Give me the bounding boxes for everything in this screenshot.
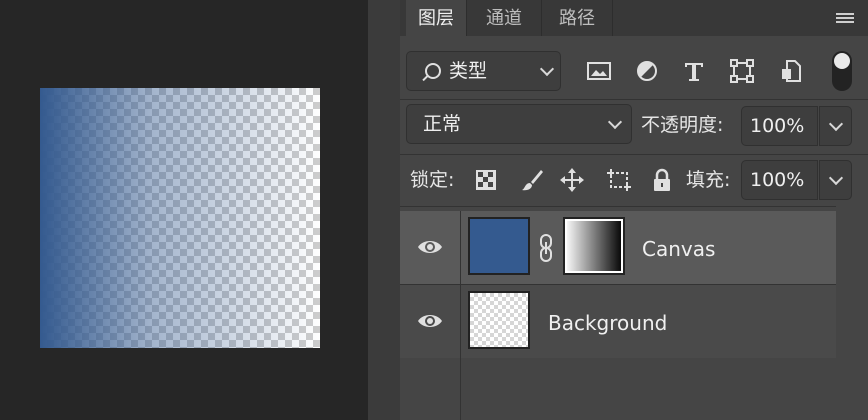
layers-empty-area[interactable] — [400, 358, 836, 420]
visibility-cell[interactable] — [400, 285, 461, 358]
visibility-cell[interactable] — [400, 211, 461, 284]
tab-layers[interactable]: 图层 — [406, 0, 467, 36]
opacity-value: 100% — [750, 115, 805, 137]
opacity-input[interactable]: 100% — [741, 106, 818, 146]
layer-name[interactable]: Canvas — [642, 211, 715, 287]
row-divider — [400, 99, 868, 100]
filter-toggle[interactable] — [832, 51, 852, 91]
document-canvas[interactable] — [40, 88, 320, 348]
scrollbar-track[interactable] — [836, 206, 868, 420]
layer-row-background[interactable]: Background — [400, 285, 836, 358]
lock-transparent-icon[interactable] — [473, 167, 499, 193]
layer-thumbnail[interactable] — [468, 217, 530, 275]
row-divider — [400, 154, 868, 155]
layer-filter-select[interactable]: 类型 — [406, 51, 561, 91]
chevron-down-icon — [607, 114, 623, 130]
chevron-down-icon — [539, 61, 555, 77]
chain-link-icon[interactable] — [538, 233, 554, 263]
eye-icon[interactable] — [416, 309, 444, 333]
gradient-layer-preview — [40, 88, 320, 348]
chevron-down-icon — [828, 116, 844, 132]
eye-icon[interactable] — [416, 235, 444, 259]
layer-thumbnail[interactable] — [468, 291, 530, 349]
panel-divider — [368, 0, 400, 420]
fill-label: 填充: — [686, 169, 731, 191]
layers-panel: 图层 通道 路径 类型 正常 不透明度: 100% 锁定: 填充: 100% C… — [400, 0, 868, 420]
image-icon[interactable] — [586, 58, 612, 84]
layer-row-canvas[interactable]: Canvas — [400, 211, 836, 284]
lock-position-icon[interactable] — [559, 167, 585, 193]
lock-pixels-icon[interactable] — [519, 167, 545, 193]
chevron-down-icon — [828, 170, 844, 186]
tab-paths[interactable]: 路径 — [542, 0, 613, 36]
layer-mask-thumbnail[interactable] — [563, 217, 625, 275]
fill-input[interactable]: 100% — [741, 160, 818, 200]
fill-dropdown-button[interactable] — [819, 160, 852, 200]
panel-tab-bar: 图层 通道 路径 — [400, 0, 868, 36]
search-icon — [425, 63, 441, 79]
eye-column-divider — [460, 358, 461, 420]
canvas-area[interactable] — [0, 0, 368, 420]
lock-label: 锁定: — [410, 169, 455, 191]
type-icon[interactable] — [681, 58, 707, 84]
filter-kind-label: 类型 — [449, 60, 488, 82]
row-divider — [400, 206, 868, 207]
tab-channels[interactable]: 通道 — [467, 0, 542, 36]
adjustment-icon[interactable] — [634, 58, 660, 84]
blend-mode-value: 正常 — [423, 113, 462, 135]
blend-mode-select[interactable]: 正常 — [406, 104, 632, 144]
fill-value: 100% — [750, 169, 805, 191]
shape-icon[interactable] — [729, 58, 755, 84]
opacity-dropdown-button[interactable] — [819, 106, 852, 146]
smart-object-icon[interactable] — [778, 58, 804, 84]
lock-artboard-icon[interactable] — [606, 167, 632, 193]
opacity-label: 不透明度: — [641, 114, 724, 136]
lock-all-icon[interactable] — [649, 167, 675, 193]
hamburger-icon[interactable] — [836, 13, 854, 25]
layer-name[interactable]: Background — [548, 285, 667, 361]
